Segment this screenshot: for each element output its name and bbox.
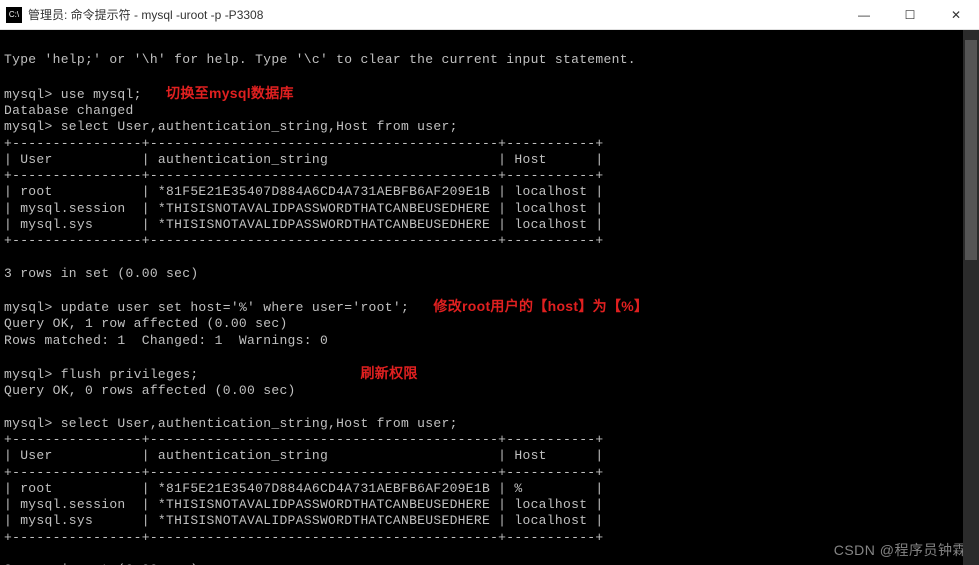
table-border: +----------------+----------------------… bbox=[4, 432, 604, 447]
table-row: | root | *81F5E21E35407D884A6CD4A731AEBF… bbox=[4, 481, 604, 496]
close-button[interactable]: ✕ bbox=[933, 0, 979, 30]
scrollbar-thumb[interactable] bbox=[965, 40, 977, 260]
table-border: +----------------+----------------------… bbox=[4, 530, 604, 545]
prompt: mysql> bbox=[4, 119, 53, 134]
annotation-update-host: 修改root用户的【host】为【%】 bbox=[433, 298, 648, 314]
table-header: | User | authentication_string | Host | bbox=[4, 152, 604, 167]
vertical-scrollbar[interactable] bbox=[963, 30, 979, 565]
table-border: +----------------+----------------------… bbox=[4, 168, 604, 183]
help-line: Type 'help;' or '\h' for help. Type '\c'… bbox=[4, 52, 636, 67]
table-row: | root | *81F5E21E35407D884A6CD4A731AEBF… bbox=[4, 184, 604, 199]
rows-matched: Rows matched: 1 Changed: 1 Warnings: 0 bbox=[4, 333, 328, 348]
window-title: 管理员: 命令提示符 - mysql -uroot -p -P3308 bbox=[28, 6, 841, 23]
table-row: | mysql.session | *THISISNOTAVALIDPASSWO… bbox=[4, 201, 604, 216]
cmd-update: update user set host='%' where user='roo… bbox=[53, 300, 409, 315]
prompt: mysql> bbox=[4, 87, 53, 102]
cmd-icon: C:\ bbox=[6, 7, 22, 23]
database-changed: Database changed bbox=[4, 103, 134, 118]
prompt: mysql> bbox=[4, 416, 53, 431]
table-row: | mysql.session | *THISISNOTAVALIDPASSWO… bbox=[4, 497, 604, 512]
cmd-select-2: select User,authentication_string,Host f… bbox=[53, 416, 458, 431]
table-header: | User | authentication_string | Host | bbox=[4, 448, 604, 463]
annotation-switch-db: 切换至mysql数据库 bbox=[166, 85, 294, 101]
minimize-button[interactable]: — bbox=[841, 0, 887, 30]
csdn-watermark: CSDN @程序员钟霖 bbox=[834, 542, 967, 560]
table-border: +----------------+----------------------… bbox=[4, 233, 604, 248]
annotation-flush-priv: 刷新权限 bbox=[360, 365, 417, 381]
cmd-flush: flush privileges; bbox=[53, 367, 199, 382]
cmd-use-mysql: use mysql; bbox=[53, 87, 142, 102]
table-row: | mysql.sys | *THISISNOTAVALIDPASSWORDTH… bbox=[4, 513, 604, 528]
prompt: mysql> bbox=[4, 300, 53, 315]
maximize-button[interactable]: ☐ bbox=[887, 0, 933, 30]
table-border: +----------------+----------------------… bbox=[4, 136, 604, 151]
prompt: mysql> bbox=[4, 367, 53, 382]
window-controls: — ☐ ✕ bbox=[841, 0, 979, 30]
cmd-select-1: select User,authentication_string,Host f… bbox=[53, 119, 458, 134]
window-titlebar: C:\ 管理员: 命令提示符 - mysql -uroot -p -P3308 … bbox=[0, 0, 979, 30]
table-row: | mysql.sys | *THISISNOTAVALIDPASSWORDTH… bbox=[4, 217, 604, 232]
query-ok: Query OK, 1 row affected (0.00 sec) bbox=[4, 316, 288, 331]
table-border: +----------------+----------------------… bbox=[4, 465, 604, 480]
query-ok: Query OK, 0 rows affected (0.00 sec) bbox=[4, 383, 296, 398]
terminal-output[interactable]: Type 'help;' or '\h' for help. Type '\c'… bbox=[0, 30, 979, 565]
rows-in-set: 3 rows in set (0.00 sec) bbox=[4, 266, 198, 281]
